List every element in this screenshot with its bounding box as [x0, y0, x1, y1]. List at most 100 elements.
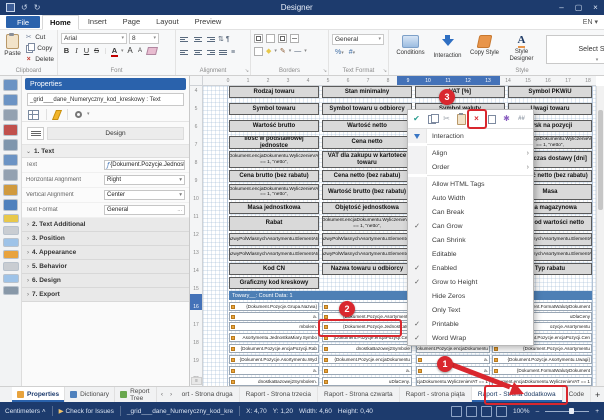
page-tab-ort-strona-druga[interactable]: ort - Strona druga: [176, 387, 240, 402]
data-expression-cell[interactable]: dnostkaBazowej2Symbolem.: [229, 377, 319, 386]
data-expression-cell[interactable]: {Dokument.Pozycje.Asortymentu.Wyd: [229, 355, 319, 364]
tab-scroll-right[interactable]: ›: [167, 387, 176, 402]
component-icon-2[interactable]: [3, 94, 18, 106]
table-label-cell[interactable]: {NazwyPolWlasnychAsortymentu.ElementAt(0…: [229, 233, 319, 246]
data-expression-cell[interactable]: {Dokument.FormatWalutyDokument: [492, 366, 592, 375]
align-top-button[interactable]: [179, 34, 190, 44]
no-borders-button[interactable]: [266, 34, 275, 43]
component-icon-12[interactable]: [3, 238, 19, 247]
data-expression-cell[interactable]: mbolem.: [229, 322, 319, 331]
table-label-cell[interactable]: VAT [%]: [415, 86, 505, 98]
design-button[interactable]: Design: [47, 127, 184, 140]
italic-button[interactable]: I: [73, 47, 80, 55]
page-tab-raport-strona-trzecia[interactable]: Raport - Strona trzecia: [240, 387, 318, 402]
align-right-button[interactable]: [205, 47, 216, 57]
table-label-cell[interactable]: Kod CN: [229, 263, 319, 275]
underline-button[interactable]: U: [83, 47, 90, 55]
view-mode-icon-4[interactable]: [496, 406, 507, 417]
text-format-select[interactable]: General▾: [332, 34, 384, 45]
align-center-button[interactable]: [192, 47, 203, 57]
format-painter-button[interactable]: ✱: [500, 112, 513, 126]
copy-style-button[interactable]: Copy Style: [466, 32, 503, 65]
data-expression-cell[interactable]: dnostkaBazowej2Symbole: [322, 344, 412, 353]
section--export[interactable]: ›7. Export: [22, 288, 189, 302]
select-style-gallery[interactable]: Select Style ▾: [546, 35, 604, 64]
bold-button[interactable]: B: [63, 47, 70, 55]
data-expression-cell[interactable]: a.: [322, 366, 412, 375]
data-expression-cell[interactable]: {Dokument.encjaDokumentu.WyliczenieVAT =…: [416, 377, 490, 386]
selected-object-name[interactable]: _grid___dane_Numeryczny_kod_kreskowy : T…: [27, 93, 184, 106]
zoom-slider-knob[interactable]: [569, 408, 574, 414]
menu-item-word-wrap[interactable]: ✓Word Wrap: [408, 331, 533, 345]
clear-formatting-button[interactable]: [146, 47, 158, 55]
data-expression-cell[interactable]: a.: [416, 355, 490, 364]
border-color-button[interactable]: ✎: [280, 48, 286, 55]
ellipsis-button[interactable]: ...: [177, 207, 182, 213]
property-value-input[interactable]: Right▾: [104, 175, 185, 185]
interaction-button[interactable]: Interaction: [429, 32, 466, 65]
component-icon-6[interactable]: [3, 154, 18, 166]
table-label-cell[interactable]: Wartość brutto (bez rabatu): [322, 184, 412, 200]
table-label-cell[interactable]: {NazwyPolWlasnychAsortymentu.ElementAt(4…: [229, 248, 319, 261]
shrink-font-button[interactable]: A: [137, 48, 144, 54]
conditions-button[interactable]: Conditions: [392, 32, 429, 65]
cut-button[interactable]: ✂: [440, 112, 453, 126]
menu-icon[interactable]: [27, 127, 44, 140]
section--behavior[interactable]: ›5. Behavior: [22, 260, 189, 274]
horizontal-scroll-stub[interactable]: ≡: [191, 377, 202, 385]
menu-item-enabled[interactable]: ✓Enabled: [408, 261, 533, 275]
text-rotation-button[interactable]: ⇅: [218, 36, 224, 43]
chevron-down-icon[interactable]: ▾: [179, 192, 182, 198]
all-borders-button[interactable]: [254, 34, 263, 43]
component-icon-16[interactable]: [3, 286, 19, 295]
table-label-cell[interactable]: Symbol towaru: [229, 103, 319, 115]
data-expression-cell[interactable]: Asortymentu.JednostkaMiary.Symbo: [229, 333, 319, 342]
copy-button[interactable]: [425, 112, 438, 126]
page-tab-raport-strona-pi-ta[interactable]: Raport - strona piąta: [400, 387, 472, 402]
table-label-cell[interactable]: Masa jednostkowa: [229, 202, 319, 214]
style-designer-button[interactable]: A Style Designer: [503, 32, 540, 65]
dock-tab-report-tree[interactable]: Report Tree: [115, 387, 157, 402]
table-label-cell[interactable]: Cena netto: [322, 136, 412, 149]
component-icon-15[interactable]: [3, 274, 19, 283]
table-label-cell[interactable]: Graficzny kod kreskowy: [229, 277, 319, 289]
table-label-cell[interactable]: Wartość netto: [322, 120, 412, 132]
data-expression-cell[interactable]: {Dokument.Pozycje.Grupa.Nazwa}: [229, 302, 319, 311]
menu-item-can-grow[interactable]: ✓Can Grow: [408, 219, 533, 233]
component-icon-14[interactable]: [3, 262, 19, 271]
table-label-cell[interactable]: {Dokument.encjaDokumentu.WyliczenieVAT =…: [322, 216, 412, 231]
table-label-cell[interactable]: {Dokument.encjaDokumentu.WyliczenieVAT =…: [229, 151, 319, 168]
text-markers-button[interactable]: ##: [515, 112, 528, 126]
tab-home[interactable]: Home: [42, 15, 79, 30]
units-selector[interactable]: Centimeters ˄: [5, 408, 46, 415]
table-label-cell[interactable]: {NazwyPolWlasnychAsortymentu.ElementAt(1…: [322, 233, 412, 246]
section--appearance[interactable]: ›4. Appearance: [22, 246, 189, 260]
component-icon-4[interactable]: [3, 124, 18, 136]
dialog-launcher-icon[interactable]: ↘: [383, 68, 387, 74]
align-bottom-button[interactable]: [205, 34, 216, 44]
copy-button[interactable]: Copy: [24, 43, 54, 54]
data-expression-cell[interactable]: uDlaCeny.: [322, 377, 412, 386]
data-expression-cell[interactable]: {Dokument.Pozycje.Asortymentu.Uwagi}: [492, 355, 592, 364]
outside-borders-button[interactable]: [278, 34, 287, 43]
view-mode-icon-1[interactable]: [451, 406, 462, 417]
table-label-cell[interactable]: Ilość w podstawowej jednostce: [229, 136, 319, 149]
close-button[interactable]: ×: [587, 0, 604, 15]
component-icon-8[interactable]: [3, 184, 18, 196]
zoom-in-button[interactable]: +: [595, 408, 599, 415]
data-expression-cell[interactable]: {Dokument.Pozycje.encjaPozycji.Rab: [229, 344, 319, 353]
component-icon-7[interactable]: [3, 169, 18, 181]
language-selector[interactable]: EN ▾: [583, 18, 598, 26]
tab-scroll-left[interactable]: ‹: [157, 387, 166, 402]
redo-icon[interactable]: ↻: [34, 4, 41, 12]
table-label-cell[interactable]: Rabat: [229, 216, 319, 231]
font-size-select[interactable]: 8▾: [129, 33, 159, 44]
page-tab-raport-strona-czwarta[interactable]: Raport - Strona czwarta: [318, 387, 400, 402]
align-justify-button[interactable]: [218, 47, 229, 57]
menu-item-can-break[interactable]: Can Break: [408, 205, 533, 219]
dock-tab-dictionary[interactable]: Dictionary: [65, 387, 115, 402]
table-label-cell[interactable]: Symbol PKWiU: [508, 86, 592, 98]
view-mode-icon-2[interactable]: [466, 406, 477, 417]
menu-item-auto-width[interactable]: Auto Width: [408, 191, 533, 205]
property-value-input[interactable]: ƒ{Dokument.Pozycje.JednostkaMi...: [104, 160, 185, 170]
